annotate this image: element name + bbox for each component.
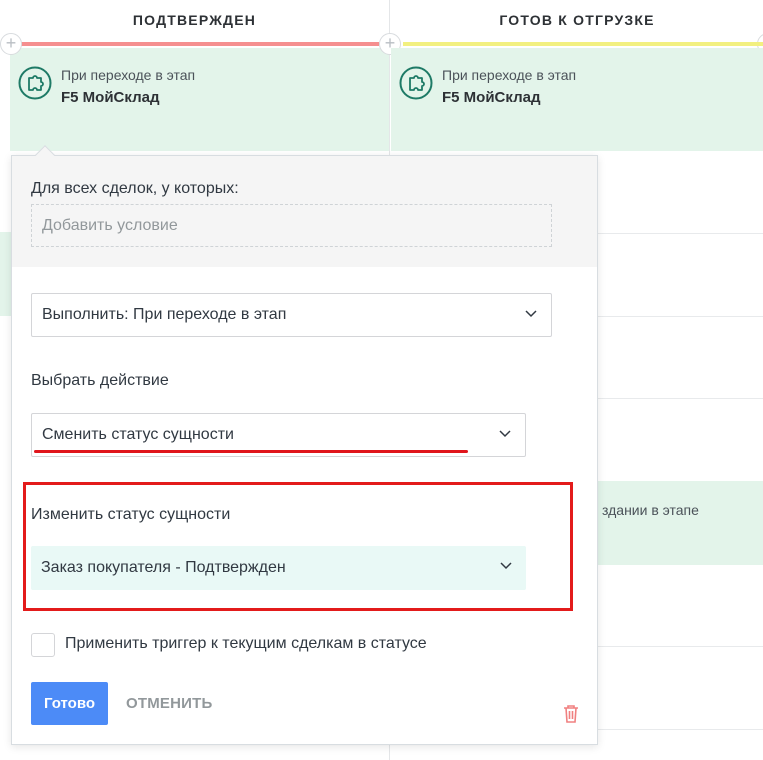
- trigger-card[interactable]: При переходе в этап F5 МойСклад: [391, 48, 763, 151]
- trigger-subtitle: здании в этапе: [602, 502, 699, 518]
- column-title: ГОТОВ К ОТГРУЗКЕ: [499, 12, 655, 28]
- trigger-settings-popover: Для всех сделок, у которых: Добавить усл…: [11, 145, 598, 745]
- execute-select[interactable]: Выполнить: При переходе в этап: [31, 293, 552, 337]
- trigger-subtitle: При переходе в этап: [61, 67, 196, 83]
- puzzle-icon: [399, 66, 433, 100]
- trigger-subtitle: При переходе в этап: [442, 67, 577, 83]
- highlight-underline: [34, 450, 468, 453]
- status-select[interactable]: Заказ покупателя - Подтвержден: [31, 546, 526, 590]
- condition-section: Для всех сделок, у которых: Добавить усл…: [12, 156, 597, 267]
- apply-trigger-label: Применить триггер к текущим сделкам в ст…: [65, 635, 427, 652]
- trigger-title: F5 МойСклад: [442, 89, 541, 106]
- puzzle-icon: [18, 66, 52, 100]
- cancel-button[interactable]: ОТМЕНИТЬ: [126, 682, 213, 725]
- execute-select-value: Выполнить: При переходе в этап: [42, 306, 287, 323]
- add-trigger-plus-icon[interactable]: +: [0, 33, 22, 55]
- condition-label: Для всех сделок, у которых:: [31, 180, 239, 197]
- apply-trigger-checkbox[interactable]: [31, 633, 55, 657]
- status-select-value: Заказ покупателя - Подтвержден: [41, 559, 286, 576]
- status-label: Изменить статус сущности: [31, 506, 231, 523]
- action-select-value: Сменить статус сущности: [42, 426, 234, 443]
- trash-icon[interactable]: [562, 704, 580, 724]
- action-label: Выбрать действие: [31, 372, 169, 389]
- add-condition-field[interactable]: Добавить условие: [31, 204, 552, 247]
- trigger-title: F5 МойСклад: [61, 89, 160, 106]
- column-title: ПОДТВЕРЖДЕН: [132, 12, 257, 28]
- done-button[interactable]: Готово: [31, 682, 108, 725]
- chevron-down-icon: [499, 430, 511, 438]
- trigger-card: [0, 232, 11, 316]
- chevron-down-icon: [525, 310, 537, 318]
- chevron-down-icon: [500, 562, 512, 570]
- stage-color-line: [20, 42, 379, 46]
- trigger-card[interactable]: При переходе в этап F5 МойСклад: [10, 48, 389, 151]
- stage-color-line: [403, 42, 763, 46]
